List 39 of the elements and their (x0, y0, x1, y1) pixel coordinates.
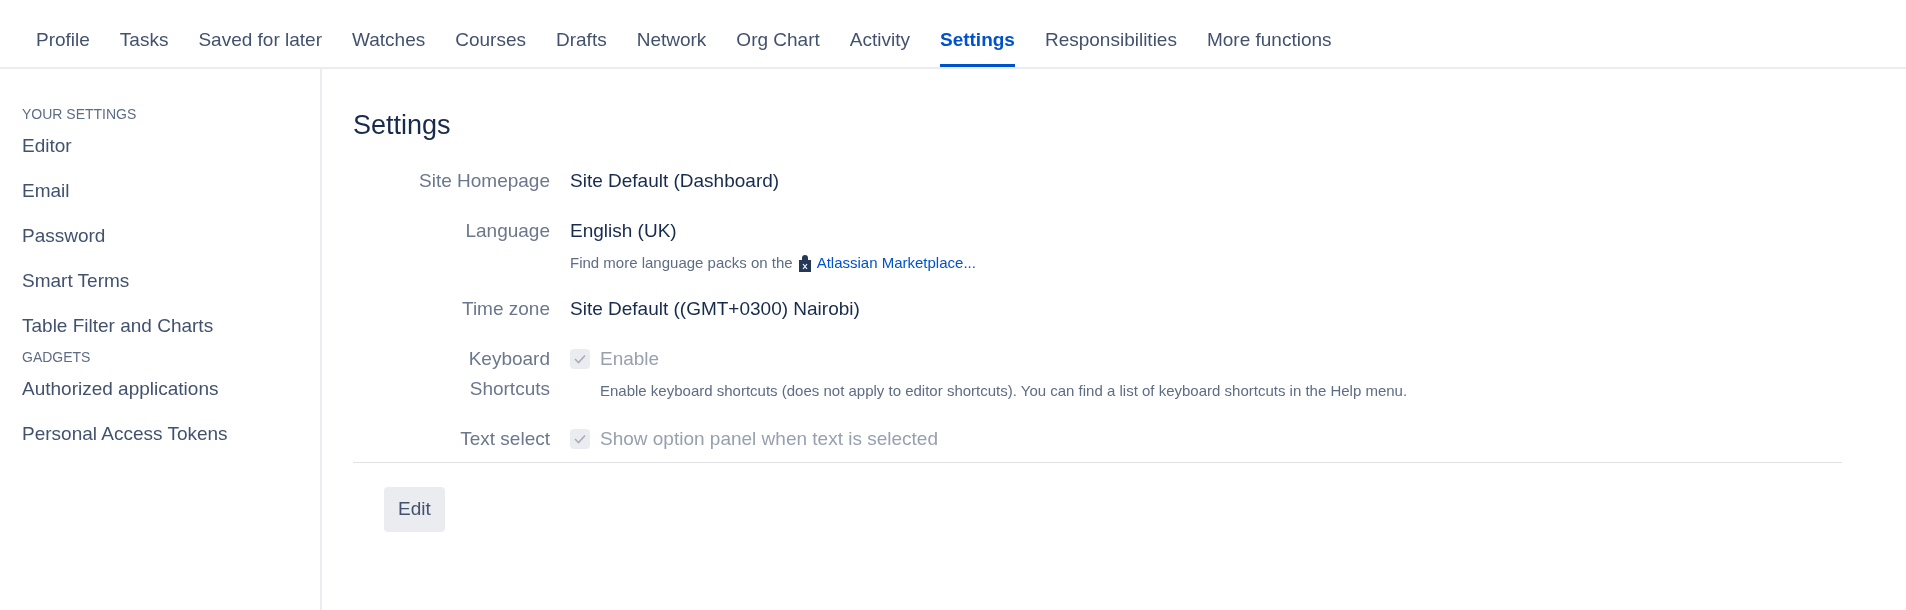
section-heading: GADGETS (22, 348, 92, 366)
nav-tab[interactable]: Org Chart (736, 25, 820, 67)
section-heading: YOUR SETTINGS (22, 105, 138, 123)
edit-button[interactable]: Edit (384, 487, 445, 532)
field-value: Site Default (Dashboard) (570, 168, 780, 193)
nav-tab[interactable]: Profile (36, 25, 90, 67)
checkbox-label: Show option panel when text is selected (600, 426, 938, 451)
sidebar-link[interactable]: Password (22, 213, 298, 258)
checkbox-label: Enable (600, 346, 660, 371)
nav-tab[interactable]: Saved for later (198, 25, 322, 67)
nav-tab[interactable]: Settings (939, 25, 1015, 67)
help-text: Find more language packs on the (570, 252, 793, 273)
shopping-bag-icon (797, 252, 812, 273)
help-text: Enable keyboard shortcuts (does not apply to editor shortcuts). You can find a list of keyboard shortcuts in the Help menu. (600, 381, 1408, 401)
field-label: Text select (459, 427, 550, 451)
sidebar-link[interactable]: Editor (22, 123, 298, 168)
nav-tab[interactable]: Courses (455, 25, 526, 67)
nav-tab[interactable]: Responsibilities (1044, 25, 1177, 67)
nav-tab[interactable]: Watches (352, 25, 426, 67)
sidebar-link[interactable]: Email (22, 168, 298, 213)
nav-tab[interactable]: More functions (1206, 25, 1332, 67)
field-value: Site Default ((GMT+0300) Nairobi) (570, 297, 860, 321)
field-label: Site Homepage (418, 168, 550, 193)
field-label: Time zone (461, 297, 550, 321)
check-icon (574, 434, 586, 444)
sidebar-link[interactable]: Smart Terms (22, 258, 298, 303)
nav-tab[interactable]: Network (636, 25, 707, 67)
nav-tab[interactable]: Activity (849, 25, 910, 67)
sidebar-link[interactable]: Personal Access Tokens (22, 411, 298, 456)
nav-tab[interactable]: Tasks (119, 25, 169, 67)
field-label: Language (464, 218, 550, 243)
field-value: English (UK) (570, 218, 678, 243)
sidebar-link[interactable]: Authorized applications (22, 366, 298, 411)
page-title: Settings (353, 109, 452, 142)
sidebar-link[interactable]: Table Filter and Charts (22, 303, 298, 348)
nav-tab[interactable]: Drafts (556, 25, 607, 67)
field-label: Keyboard Shortcuts (467, 347, 550, 401)
check-icon (574, 354, 586, 364)
marketplace-link[interactable]: Atlassian Marketplace... (816, 251, 976, 274)
